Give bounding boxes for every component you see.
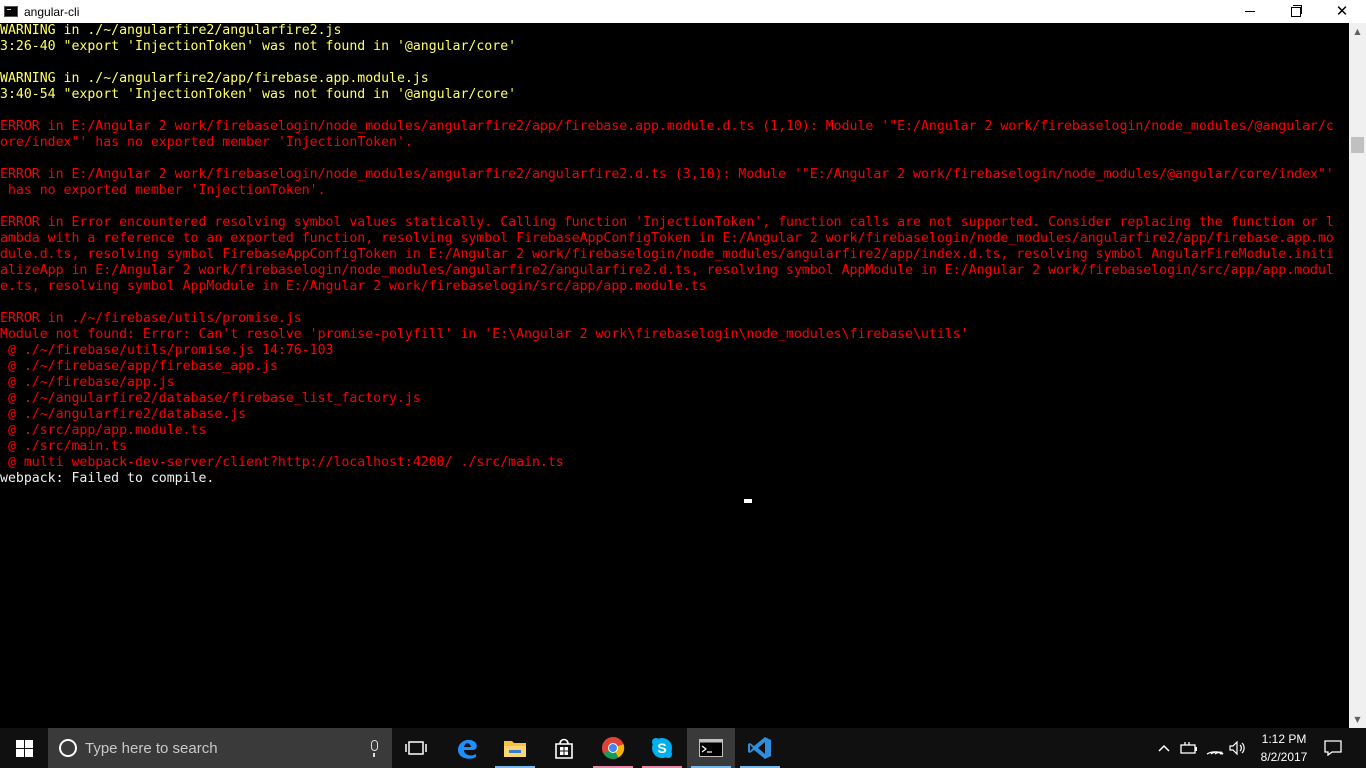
search-icon xyxy=(59,739,77,757)
microphone-icon[interactable] xyxy=(371,740,378,757)
minimize-button[interactable] xyxy=(1227,0,1273,23)
taskbar-chrome[interactable] xyxy=(589,728,637,768)
skype-icon: S xyxy=(652,738,672,758)
vertical-scrollbar[interactable]: ▲ ▼ xyxy=(1349,23,1366,728)
search-box[interactable]: Type here to search xyxy=(48,728,392,768)
taskbar: Type here to search S 1:12 PM 8/2/2017 xyxy=(0,728,1366,768)
maximize-button[interactable] xyxy=(1273,0,1319,23)
scroll-up-button[interactable]: ▲ xyxy=(1349,23,1366,40)
notification-icon xyxy=(1324,740,1342,756)
taskbar-edge[interactable] xyxy=(443,728,491,768)
close-button[interactable]: ✕ xyxy=(1319,0,1365,23)
error-line: has no exported member 'InjectionToken'. xyxy=(0,183,326,198)
error-line: @ ./~/firebase/utils/promise.js 14:76-10… xyxy=(0,343,334,358)
show-hidden-icons-button[interactable] xyxy=(1154,728,1174,768)
battery-plug-icon xyxy=(1180,742,1197,754)
warning-line: 3:40-54 "export 'InjectionToken' was not… xyxy=(0,87,517,102)
window-title: angular-cli xyxy=(24,4,80,19)
error-line: ERROR in Error encountered resolving sym… xyxy=(0,215,1334,230)
minimize-icon xyxy=(1245,11,1255,12)
scroll-down-button[interactable]: ▼ xyxy=(1349,711,1366,728)
action-center-button[interactable] xyxy=(1318,728,1348,768)
error-line: ERROR in E:/Angular 2 work/firebaselogin… xyxy=(0,119,1334,134)
error-line: @ ./src/main.ts xyxy=(0,439,128,454)
chrome-icon xyxy=(602,736,625,759)
volume-icon xyxy=(1229,741,1245,755)
error-line: dule.d.ts, resolving symbol FirebaseAppC… xyxy=(0,247,1334,262)
wifi-icon xyxy=(1206,751,1224,755)
error-line: ERROR in E:/Angular 2 work/firebaselogin… xyxy=(0,167,1334,182)
error-line: Module not found: Error: Can't resolve '… xyxy=(0,327,969,342)
search-placeholder: Type here to search xyxy=(85,739,218,757)
warning-line: WARNING in ./~/angularfire2/app/firebase… xyxy=(0,71,429,86)
battery-button[interactable] xyxy=(1178,728,1200,768)
warning-line: 3:26-40 "export 'InjectionToken' was not… xyxy=(0,39,517,54)
error-line: @ ./~/firebase/app.js xyxy=(0,375,175,390)
chevron-up-icon xyxy=(1158,744,1170,752)
text-cursor xyxy=(744,499,752,503)
task-view-button[interactable] xyxy=(392,728,440,768)
svg-text:S: S xyxy=(657,740,666,756)
edge-icon xyxy=(458,739,477,759)
restore-icon xyxy=(1291,4,1302,17)
error-line: ambda with a reference to an exported fu… xyxy=(0,231,1334,246)
taskbar-vscode[interactable] xyxy=(736,728,784,768)
warning-line: WARNING in ./~/angularfire2/angularfire2… xyxy=(0,23,342,38)
taskbar-skype[interactable]: S xyxy=(638,728,686,768)
error-line: ERROR in ./~/firebase/utils/promise.js xyxy=(0,311,302,326)
error-line: e.ts, resolving symbol AppModule in E:/A… xyxy=(0,279,707,294)
file-explorer-icon xyxy=(504,741,526,757)
cmd-icon xyxy=(699,739,723,757)
taskbar-store[interactable] xyxy=(540,728,588,768)
close-icon: ✕ xyxy=(1335,2,1349,20)
windows-logo-icon xyxy=(15,739,33,757)
title-bar: angular-cli ✕ xyxy=(0,0,1366,23)
clock-date: 8/2/2017 xyxy=(1260,750,1308,764)
task-view-icon xyxy=(405,741,427,755)
error-line: @ ./~/angularfire2/database/firebase_lis… xyxy=(0,391,421,406)
clock-time: 1:12 PM xyxy=(1261,732,1307,746)
taskbar-cmd[interactable] xyxy=(687,728,735,768)
error-line: @ ./~/firebase/app/firebase_app.js xyxy=(0,359,278,374)
error-line: @ multi webpack-dev-server/client?http:/… xyxy=(0,455,564,470)
taskbar-file-explorer[interactable] xyxy=(491,728,539,768)
store-icon xyxy=(555,738,573,759)
volume-button[interactable] xyxy=(1227,728,1249,768)
start-button[interactable] xyxy=(0,728,48,768)
cmd-icon xyxy=(4,6,18,17)
error-line: ore/index"' has no exported member 'Inje… xyxy=(0,135,413,150)
error-line: alizeApp in E:/Angular 2 work/firebaselo… xyxy=(0,263,1334,278)
error-line: @ ./~/angularfire2/database.js xyxy=(0,407,247,422)
console-line: webpack: Failed to compile. xyxy=(0,471,215,486)
vscode-icon xyxy=(748,737,771,759)
error-line: @ ./src/app/app.module.ts xyxy=(0,423,207,438)
console-output[interactable]: WARNING in ./~/angularfire2/angularfire2… xyxy=(0,23,1349,728)
clock[interactable]: 1:12 PM 8/2/2017 xyxy=(1252,730,1316,766)
network-button[interactable] xyxy=(1203,728,1227,768)
scroll-thumb[interactable] xyxy=(1351,137,1364,153)
